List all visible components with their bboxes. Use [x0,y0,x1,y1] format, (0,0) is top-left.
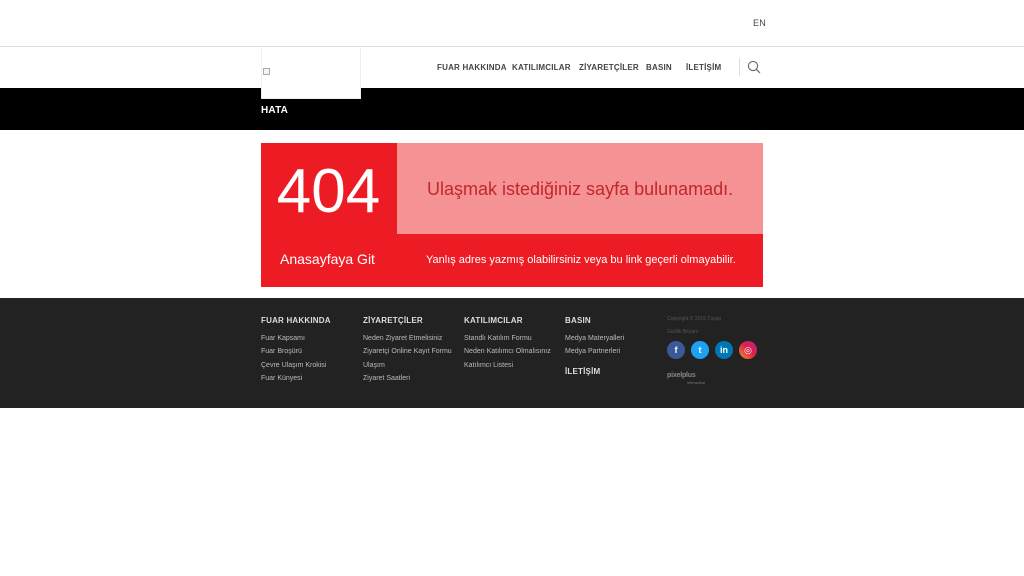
facebook-icon[interactable]: f [667,341,685,359]
site-logo[interactable] [261,48,361,99]
broken-image-icon [263,68,270,75]
error-message-panel: Ulaşmak istediğiniz sayfa bulunamadı. [397,143,763,234]
twitter-icon[interactable]: t [691,341,709,359]
nav-basin[interactable]: BASIN [646,63,672,72]
footer-link[interactable]: Fuar Broşürü [261,348,302,355]
language-switch-link[interactable]: EN [753,18,766,28]
nav-katilimcilar[interactable]: KATILIMCILAR [512,63,571,72]
footer-link[interactable]: Medya Materyalleri [565,335,624,342]
error-box: 404 Ulaşmak istediğiniz sayfa bulunamadı… [261,143,763,287]
footer-link[interactable]: Neden Ziyaret Etmelisiniz [363,335,442,342]
agency-logo[interactable]: pixelplus [667,372,696,379]
nav-fuar-hakkinda[interactable]: FUAR HAKKINDA [437,63,507,72]
search-icon[interactable] [747,60,761,74]
footer-link[interactable]: Katılımcı Listesi [464,362,513,369]
nav-divider [739,58,740,76]
copyright-text: Copyright © 2016 Tüyap [667,316,722,322]
instagram-icon[interactable]: ◎ [739,341,757,359]
linkedin-icon[interactable]: in [715,341,733,359]
footer-link[interactable]: Ziyaretçi Online Kayıt Formu [363,348,452,355]
footer-link[interactable]: Fuar Kapsamı [261,335,305,342]
footer-link[interactable]: Çevre Ulaşım Krokisi [261,362,326,369]
agency-logo-sub: interactive [687,380,706,385]
footer-link[interactable]: Medya Partnerleri [565,348,620,355]
error-code: 404 [276,157,381,226]
footer-heading-fuar-hakkinda[interactable]: FUAR HAKKINDA [261,316,331,325]
nav-ziyaretciler[interactable]: ZİYARETÇİLER [579,63,639,72]
page-title: HATA [261,105,289,116]
top-bar: EN [0,0,1024,47]
error-sub-message: Yanlış adres yazmış olabilirsiniz veya b… [426,254,736,266]
footer-heading-iletisim[interactable]: İLETİŞİM [565,367,600,376]
footer-heading-ziyaretciler[interactable]: ZİYARETÇİLER [363,316,423,325]
footer-link[interactable]: Ziyaret Saatleri [363,375,410,382]
footer-heading-katilimcilar[interactable]: KATILIMCILAR [464,316,523,325]
footer-link[interactable]: Fuar Künyesi [261,375,302,382]
footer-link[interactable]: Neden Katılımcı Olmalısınız [464,348,551,355]
home-link[interactable]: Anasayfaya Git [280,251,375,267]
page-title-band [0,88,1024,130]
privacy-link[interactable]: Gizlilik Beyanı [667,329,698,335]
footer-link[interactable]: Standlı Katılım Formu [464,335,532,342]
nav-iletisim[interactable]: İLETİŞİM [686,63,721,72]
error-message: Ulaşmak istediğiniz sayfa bulunamadı. [427,179,734,199]
footer-link[interactable]: Ulaşım [363,362,385,369]
footer-heading-basin[interactable]: BASIN [565,316,591,325]
